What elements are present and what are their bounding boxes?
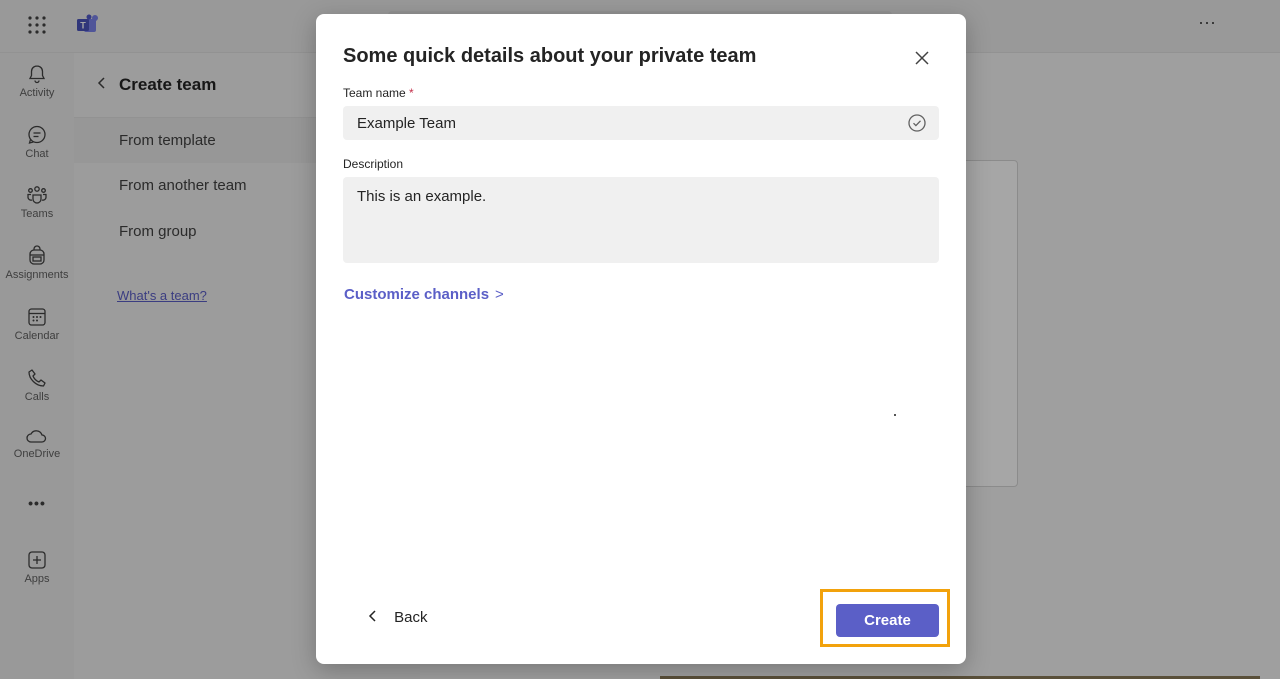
customize-channels-label: Customize channels [344, 286, 490, 303]
chevron-left-icon [368, 609, 382, 626]
close-icon[interactable] [912, 48, 932, 68]
back-button-label: Back [394, 609, 428, 626]
team-name-label-text: Team name [343, 86, 406, 100]
description-label: Description [343, 157, 404, 171]
team-name-input[interactable]: Example Team [343, 106, 939, 140]
description-input[interactable]: This is an example. [343, 177, 939, 263]
back-button[interactable]: Back [368, 609, 428, 626]
team-name-label: Team name * [343, 86, 414, 100]
team-details-dialog: Some quick details about your private te… [316, 14, 966, 664]
stray-dot [894, 414, 896, 416]
chevron-right-icon: > [495, 286, 504, 303]
create-button[interactable]: Create [836, 604, 939, 637]
dialog-title: Some quick details about your private te… [343, 45, 757, 67]
checkmark-circle-icon [907, 113, 927, 133]
customize-channels-link[interactable]: Customize channels > [344, 286, 504, 303]
required-marker: * [409, 86, 414, 100]
